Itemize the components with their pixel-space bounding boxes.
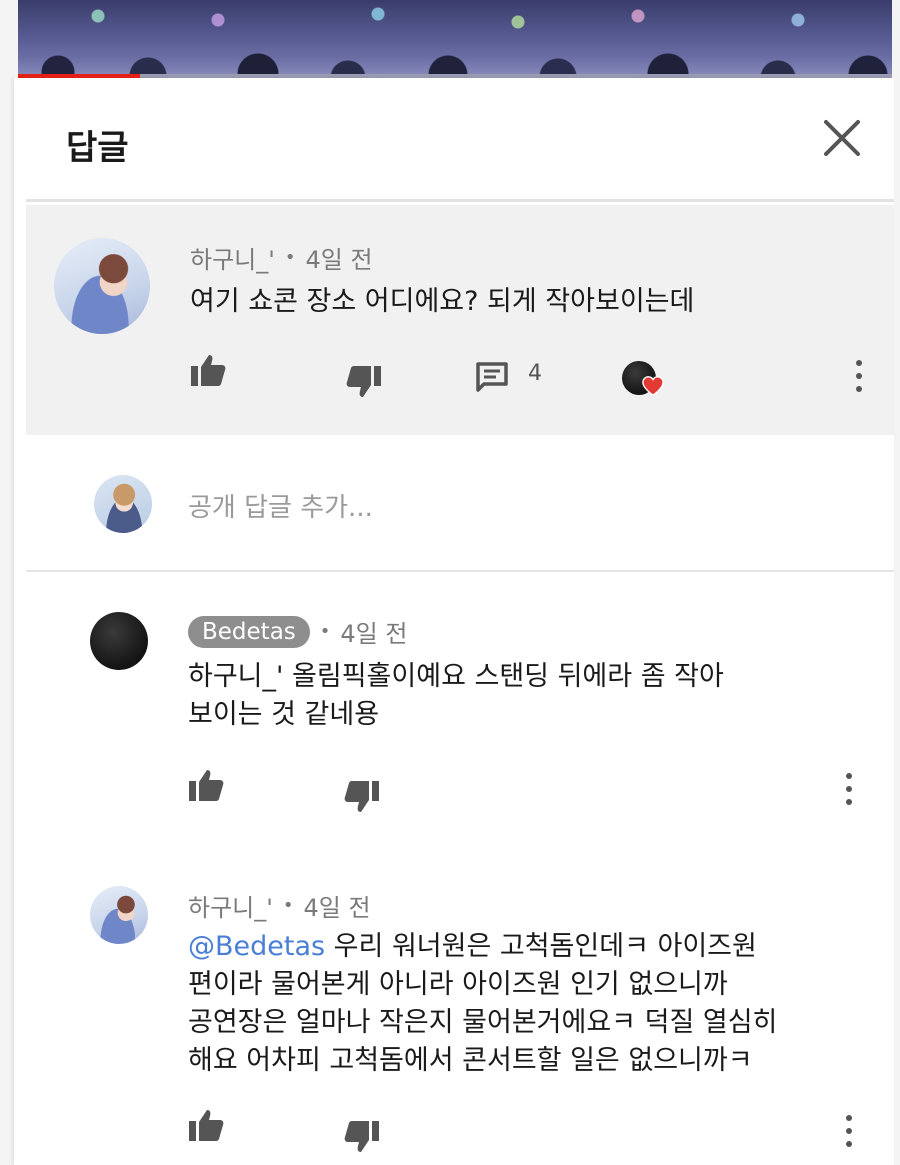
dislike-button[interactable] [344, 780, 380, 814]
more-vert-icon-dot [846, 1115, 852, 1121]
avatar[interactable] [90, 612, 148, 670]
thumbs-down-icon [346, 366, 381, 397]
reply-author-chip[interactable]: Bedetas [188, 615, 310, 648]
parent-comment: 하구니_' • 4일 전 여기 쇼콘 장소 어디에요? 되게 작아보이는데 4 [26, 205, 894, 435]
stage-lights [18, 6, 892, 36]
thumbs-up-icon [189, 770, 224, 801]
more-vert-icon-dot [856, 386, 862, 392]
more-options-button[interactable] [834, 770, 864, 810]
concert-crowd [18, 38, 892, 78]
dislike-button[interactable] [344, 1120, 380, 1154]
reply-text-segment: 우리 워너원은 고척돔인데ㅋ 아이즈원 [325, 931, 757, 962]
more-options-button[interactable] [844, 357, 874, 397]
more-vert-icon-dot [846, 773, 852, 779]
more-vert-icon-dot [856, 373, 862, 379]
comment-text: 여기 쇼콘 장소 어디에요? 되게 작아보이는데 [190, 286, 695, 317]
reply-time: 4일 전 [303, 894, 371, 922]
like-button[interactable] [188, 768, 224, 802]
reply-count-button[interactable] [476, 362, 508, 392]
reply-text-line: 해요 어차피 고척돔에서 콘서트할 일은 없으니까ㅋ [188, 1045, 753, 1076]
reply-author[interactable]: 하구니_' [188, 888, 273, 923]
panel-header: 답글 [26, 78, 894, 202]
mention-link[interactable]: @Bedetas [188, 931, 325, 962]
like-button[interactable] [190, 353, 226, 387]
close-icon [824, 120, 860, 156]
thumbs-up-icon [191, 355, 226, 386]
add-reply-row: 공개 답글 추가... [26, 435, 894, 572]
reply-text-line: 편이라 물어본게 아니라 아이즈원 인기 없으니까 [188, 969, 728, 1000]
more-vert-icon-dot [846, 799, 852, 805]
comment-time: 4일 전 [305, 246, 373, 274]
reply-text: 하구니_' 올림픽홀이예요 스탠딩 뒤에라 좀 작아 보이는 것 같네용 [188, 658, 828, 734]
meta-separator: • [282, 895, 294, 916]
avatar[interactable] [54, 238, 150, 334]
like-button[interactable] [188, 1108, 224, 1142]
more-vert-icon-dot [846, 1141, 852, 1147]
comment-author[interactable]: 하구니_' [190, 240, 275, 275]
avatar[interactable] [90, 886, 148, 944]
reply-meta: 하구니_' • 4일 전 [188, 888, 371, 923]
heart-icon [642, 376, 664, 397]
more-vert-icon-dot [846, 786, 852, 792]
meta-separator: • [284, 247, 296, 268]
panel-title: 답글 [66, 128, 129, 168]
comment-meta: 하구니_' • 4일 전 [190, 240, 373, 275]
dislike-button[interactable] [346, 365, 382, 399]
reply-text-line: 공연장은 얼마나 작은지 물어본거에요ㅋ 덕질 열심히 [188, 1007, 778, 1038]
meta-separator: • [319, 621, 331, 642]
replies-panel: 답글 하구니_' • 4일 전 여기 쇼콘 장소 어디에요? 되게 작아보이는데 [14, 78, 894, 1165]
more-vert-icon-dot [846, 1128, 852, 1134]
reply-input[interactable]: 공개 답글 추가... [188, 487, 373, 524]
close-button[interactable] [816, 112, 868, 164]
reply-meta: Bedetas • 4일 전 [188, 614, 407, 649]
reply-count: 4 [528, 361, 542, 386]
more-vert-icon-dot [856, 360, 862, 366]
my-avatar [94, 475, 152, 533]
reply-text-line: 보이는 것 같네용 [188, 699, 380, 730]
thumbs-up-icon [189, 1110, 224, 1141]
thumbs-down-icon [344, 781, 379, 812]
comment-icon [476, 362, 508, 392]
reply-text-line: 하구니_' 올림픽홀이예요 스탠딩 뒤에라 좀 작아 [188, 661, 724, 692]
video-player[interactable] [18, 0, 892, 78]
reply-text: @Bedetas 우리 워너원은 고척돔인데ㅋ 아이즈원 편이라 물어본게 아니… [188, 928, 848, 1080]
reply-text-line: @Bedetas 우리 워너원은 고척돔인데ㅋ 아이즈원 [188, 928, 848, 966]
thumbs-down-icon [344, 1121, 379, 1152]
more-options-button[interactable] [834, 1112, 864, 1152]
reply-time: 4일 전 [340, 620, 408, 648]
